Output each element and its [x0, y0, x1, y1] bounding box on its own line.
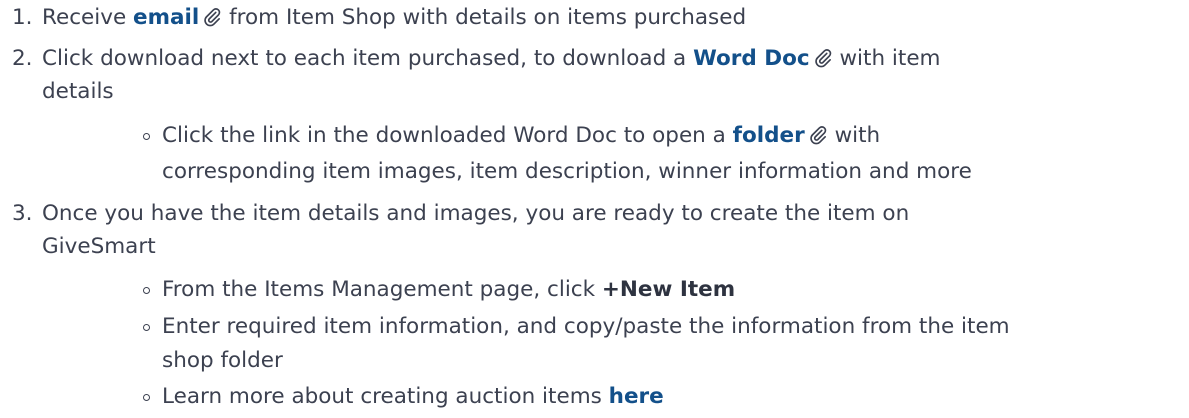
step-number: 2.: [12, 46, 33, 71]
step-text: Receive: [42, 5, 134, 30]
step-text: with item: [832, 46, 941, 71]
sub-list-item: Learn more about creating auction items …: [162, 384, 664, 409]
here-link[interactable]: here: [609, 384, 664, 409]
step-text: Once you have the item details and image…: [42, 201, 910, 226]
step-number: 3.: [12, 201, 33, 226]
list-item-step-1: 1. Receive email from Item Shop with det…: [12, 4, 746, 32]
sub-list-item-continuation: shop folder: [162, 348, 283, 373]
bullet-icon: [143, 133, 150, 140]
step-number: 1.: [12, 5, 33, 30]
sub-list-item: From the Items Management page, click +N…: [162, 277, 736, 302]
list-item-step-2: 2. Click download next to each item purc…: [12, 45, 941, 73]
bullet-icon: [143, 394, 150, 401]
sub-list-item-continuation: corresponding item images, item descript…: [162, 159, 972, 184]
paperclip-icon: [809, 126, 827, 145]
bullet-icon: [143, 287, 150, 294]
email-link[interactable]: email: [133, 5, 199, 30]
step-text-continuation: details: [42, 79, 114, 104]
sub-list-item: Click the link in the downloaded Word Do…: [162, 123, 881, 148]
list-item-step-3: 3. Once you have the item details and im…: [12, 200, 909, 228]
step-text-continuation: GiveSmart: [42, 234, 156, 259]
step-text: from Item Shop with details on items pur…: [222, 5, 747, 30]
sub-list-item: Enter required item information, and cop…: [162, 314, 1010, 339]
step-text: Click download next to each item purchas…: [42, 46, 694, 71]
new-item-label: +New Item: [601, 277, 736, 302]
paperclip-icon: [814, 49, 831, 68]
folder-link[interactable]: folder: [733, 123, 805, 148]
paperclip-icon: [204, 8, 221, 27]
word-doc-link[interactable]: Word Doc: [693, 46, 810, 71]
bullet-icon: [143, 324, 150, 331]
